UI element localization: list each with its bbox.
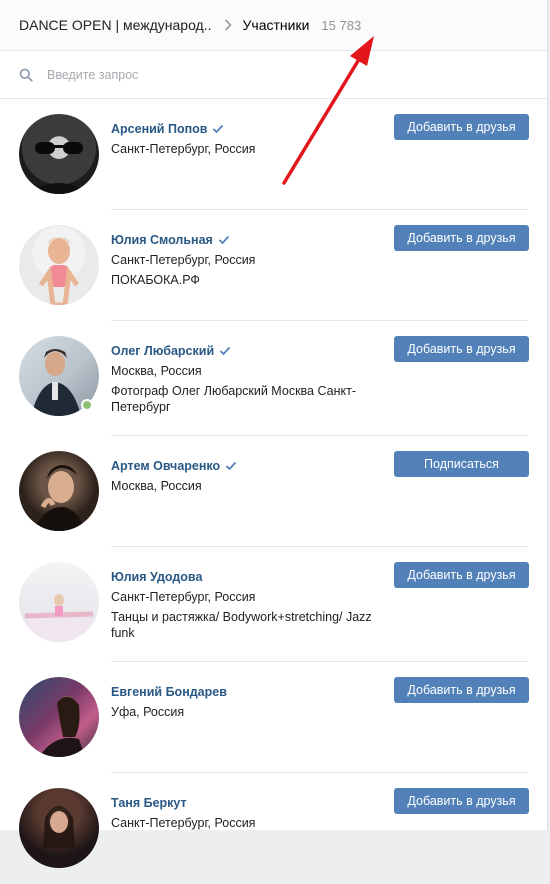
member-status: ПОКАБОКА.РФ xyxy=(111,273,200,287)
search-input[interactable] xyxy=(47,67,447,82)
list-item: Евгений Бондарев Уфа, Россия Добавить в … xyxy=(0,662,547,773)
member-city: Москва, Россия xyxy=(111,479,202,493)
list-item: Таня Беркут Санкт-Петербург, Россия Доба… xyxy=(0,773,547,884)
breadcrumb: DANCE OPEN | международ.. Участники 15 7… xyxy=(0,0,547,51)
member-status: Фотограф Олег Любарский Москва Санкт-Пет… xyxy=(111,384,356,414)
list-item: Арсений Попов Санкт-Петербург, Россия До… xyxy=(0,99,547,210)
member-city: Уфа, Россия xyxy=(111,705,185,719)
breadcrumb-group-link[interactable]: DANCE OPEN | международ.. xyxy=(19,17,212,33)
add-friend-button[interactable]: Добавить в друзья xyxy=(394,114,529,140)
add-friend-button[interactable]: Добавить в друзья xyxy=(394,677,529,703)
members-count: 15 783 xyxy=(321,17,362,33)
avatar[interactable] xyxy=(19,114,99,194)
avatar[interactable] xyxy=(19,225,99,305)
add-friend-button[interactable]: Добавить в друзья xyxy=(394,562,529,588)
member-name[interactable]: Евгений Бондарев xyxy=(111,684,227,700)
member-city: Санкт-Петербург, Россия xyxy=(111,253,256,267)
list-item: Юлия Смольная Санкт-Петербург, Россия ПО… xyxy=(0,210,547,321)
member-city: Санкт-Петербург, Россия xyxy=(111,142,256,156)
member-status: Танцы и растяжка/ Bodywork+stretching/ J… xyxy=(111,610,372,640)
add-friend-button[interactable]: Добавить в друзья xyxy=(394,788,529,814)
member-city: Санкт-Петербург, Россия xyxy=(111,590,256,604)
avatar[interactable] xyxy=(19,788,99,868)
list-item: Юлия Удодова Санкт-Петербург, Россия Тан… xyxy=(0,547,547,662)
verified-check-icon xyxy=(218,235,230,245)
chevron-right-icon xyxy=(224,19,232,31)
member-name[interactable]: Олег Любарский xyxy=(111,343,214,359)
avatar[interactable] xyxy=(19,451,99,531)
search-bar xyxy=(0,51,547,99)
add-friend-button[interactable]: Добавить в друзья xyxy=(394,336,529,362)
member-name[interactable]: Таня Беркут xyxy=(111,795,187,811)
add-friend-button[interactable]: Добавить в друзья xyxy=(394,225,529,251)
verified-check-icon xyxy=(225,461,237,471)
member-name[interactable]: Юлия Удодова xyxy=(111,569,202,585)
search-icon xyxy=(19,68,33,82)
member-city: Санкт-Петербург, Россия xyxy=(111,816,256,830)
members-panel: DANCE OPEN | международ.. Участники 15 7… xyxy=(0,0,548,868)
members-list: Арсений Попов Санкт-Петербург, Россия До… xyxy=(0,99,547,884)
member-city: Москва, Россия xyxy=(111,364,202,378)
subscribe-button[interactable]: Подписаться xyxy=(394,451,529,477)
avatar[interactable] xyxy=(19,562,99,642)
verified-check-icon xyxy=(212,124,224,134)
page-title: Участники xyxy=(242,17,310,33)
verified-check-icon xyxy=(219,346,231,356)
member-name[interactable]: Арсений Попов xyxy=(111,121,207,137)
list-item: Артем Овчаренко Москва, Россия Подписать… xyxy=(0,436,547,547)
list-item: Олег Любарский Москва, Россия Фотограф О… xyxy=(0,321,547,436)
online-indicator xyxy=(81,399,93,411)
member-name[interactable]: Артем Овчаренко xyxy=(111,458,220,474)
member-name[interactable]: Юлия Смольная xyxy=(111,232,213,248)
avatar[interactable] xyxy=(19,677,99,757)
